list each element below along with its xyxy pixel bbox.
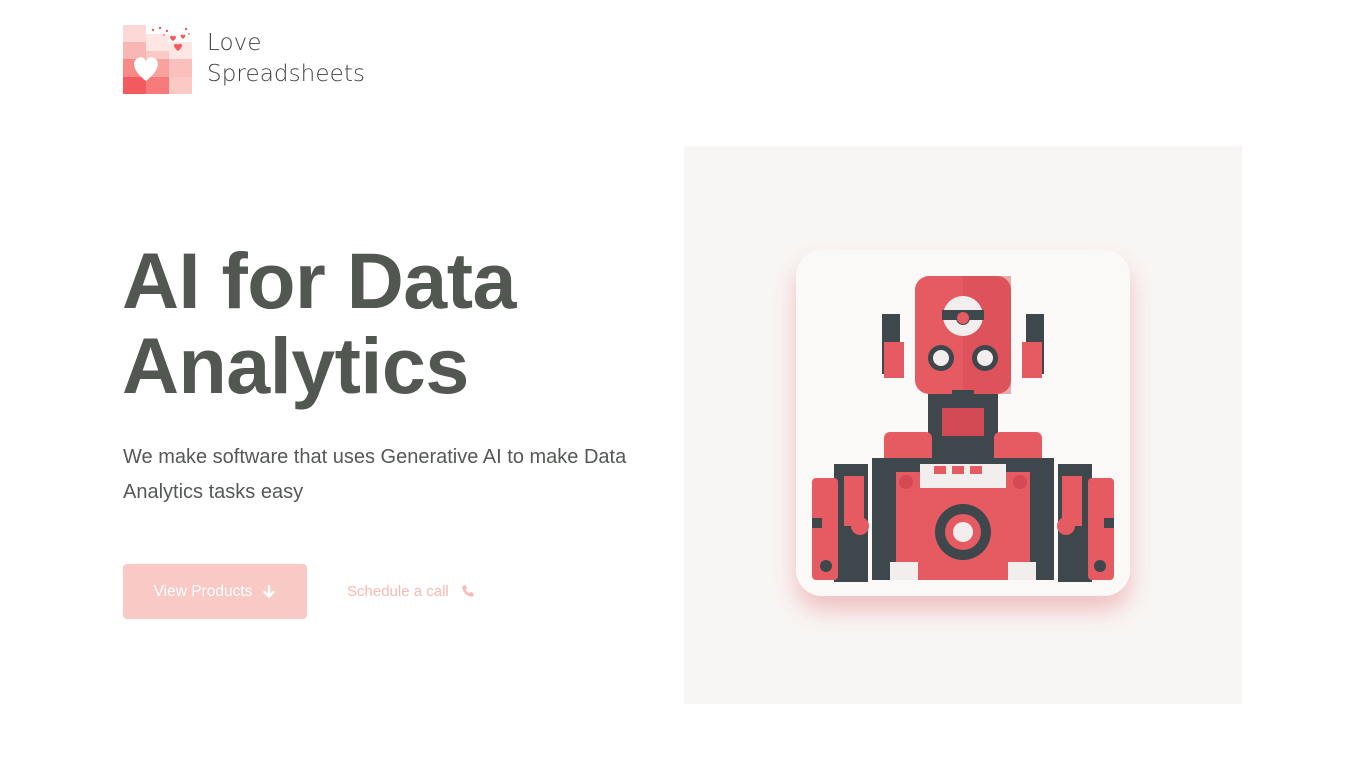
hero-title: AI for Data Analytics [122, 236, 516, 410]
brand-name: Love Spreadsheets [207, 28, 365, 90]
heart-spreadsheet-icon [123, 24, 192, 94]
schedule-call-label: Schedule a call [347, 582, 449, 600]
brand-name-line2: Spreadsheets [207, 61, 366, 87]
schedule-call-link[interactable]: Schedule a call [347, 579, 475, 603]
brand-logo[interactable]: Love Spreadsheets [123, 24, 373, 94]
arrow-down-icon [262, 584, 276, 599]
view-products-button[interactable]: View Products [123, 564, 307, 619]
hero-subtitle: We make software that uses Generative AI… [123, 446, 627, 503]
view-products-label: View Products [153, 582, 253, 600]
brand-name-line1: Love [207, 30, 262, 56]
robot-illustration [684, 146, 1242, 704]
robot-icon [796, 250, 1130, 596]
phone-icon [461, 584, 475, 598]
